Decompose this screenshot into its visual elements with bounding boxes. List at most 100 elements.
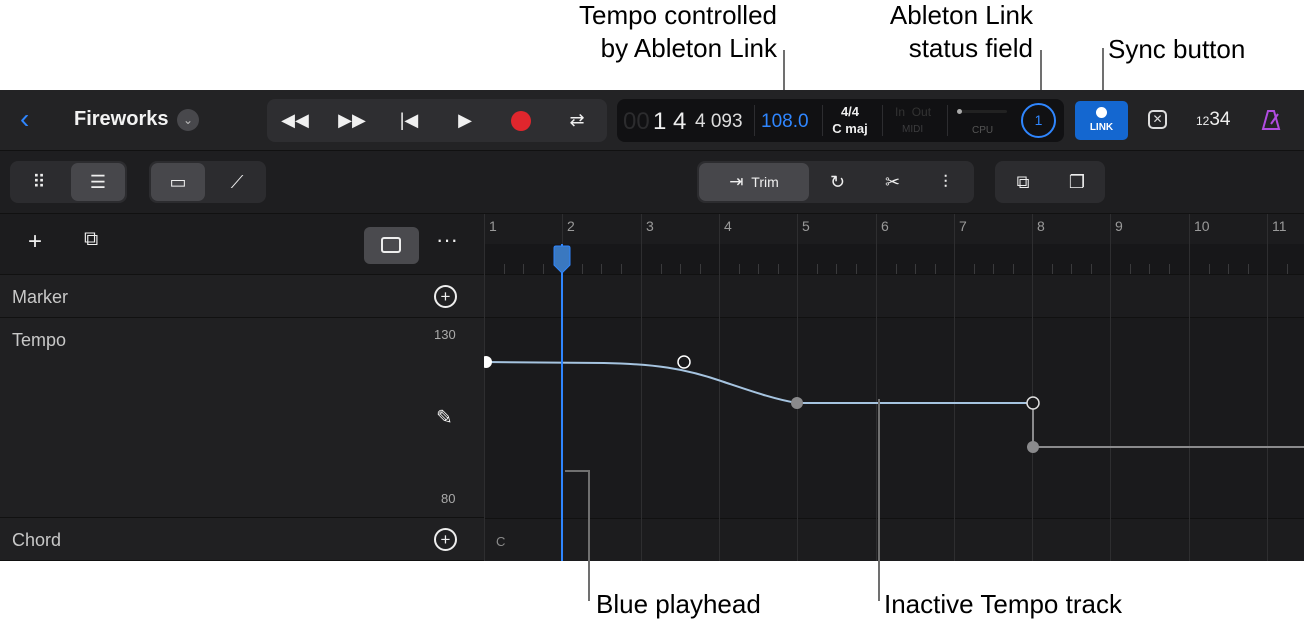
lcd-faded-digits: 00 [623, 108, 650, 135]
divider [822, 105, 823, 136]
chevron-left-icon[interactable]: ‹ [20, 104, 29, 134]
clock-icon [1096, 107, 1107, 118]
split-icon[interactable]: ⫶ [919, 163, 972, 201]
lcd-midi-label: MIDI [902, 124, 924, 135]
select-icon[interactable]: ⧉ [997, 163, 1049, 201]
callout-inactive-tempo: Inactive Tempo track [884, 589, 1122, 619]
bar-number[interactable]: 6 [881, 218, 889, 234]
import-button[interactable] [364, 227, 419, 264]
sync-button[interactable]: LINK [1075, 101, 1128, 140]
track-marker[interactable]: Marker + [0, 275, 484, 318]
track-tempo[interactable]: Tempo 130 80 ✎ [0, 318, 484, 518]
loop-icon[interactable]: ↻ [810, 163, 865, 201]
beat-tick [1013, 264, 1014, 274]
add-chord-icon[interactable]: + [434, 528, 457, 551]
bar-number[interactable]: 3 [646, 218, 654, 234]
duplicate-track-icon[interactable]: ⧉ [84, 228, 98, 251]
clipboard-tools: ⧉ ❐ [995, 161, 1105, 203]
callout-sync-button: Sync button [1108, 34, 1246, 64]
tracks-view-icon[interactable]: ☰ [71, 163, 125, 201]
lcd-signature-key[interactable]: 4/4 C maj [830, 103, 870, 137]
trim-icon: ⇥ [729, 172, 744, 191]
playhead-handle[interactable] [552, 245, 572, 275]
beat-tick [1052, 264, 1053, 274]
add-track-icon[interactable]: + [28, 228, 42, 256]
record-icon[interactable] [493, 99, 549, 142]
view-toolbar: ⠿ ☰ ▭ ⟋ ⇥ Trim ↻ ✂ ⫶ ⧉ ❐ [0, 151, 1304, 214]
tempo-node[interactable] [1026, 396, 1040, 410]
lcd-position[interactable]: 1 4 [653, 108, 686, 136]
control-bar: ‹ Fireworks ⌄ ◀◀ ▶▶ |◀ ▶ ⇄ 00 1 4 4 093 … [0, 90, 1304, 151]
cycle-icon[interactable]: ⇄ [549, 99, 605, 142]
beat-tick [1149, 264, 1150, 274]
beat-tick [856, 264, 857, 274]
divider [947, 105, 948, 136]
tempo-node[interactable] [677, 355, 691, 369]
lcd-cpu-label: CPU [972, 125, 994, 136]
track-name: Chord [12, 530, 62, 550]
beat-tick [1071, 264, 1072, 274]
tempo-min-label: 80 [441, 491, 456, 506]
tempo-curve[interactable] [484, 318, 1304, 518]
beat-tick [523, 264, 524, 274]
divider [754, 105, 755, 136]
chevron-down-icon[interactable]: ⌄ [177, 109, 199, 131]
ruler-ticks[interactable] [484, 244, 1304, 275]
tempo-node[interactable] [484, 356, 492, 368]
play-icon[interactable]: ▶ [437, 99, 493, 142]
track-name: Marker [12, 287, 69, 307]
track-headers: + ⧉ ··· Marker + Tempo 130 80 ✎ Chord + [0, 214, 484, 561]
automation-icon[interactable]: ⟋ [210, 163, 264, 201]
bar-number[interactable]: 2 [567, 218, 575, 234]
beat-tick [504, 264, 505, 274]
bar-number[interactable]: 5 [802, 218, 810, 234]
beat-tick [915, 264, 916, 274]
bar-number[interactable]: 4 [724, 218, 732, 234]
region-view-icon[interactable]: ▭ [151, 163, 205, 201]
beat-tick [1248, 264, 1249, 274]
replace-icon[interactable]: ✕ [1148, 110, 1167, 129]
lcd-tempo[interactable]: 108.0 [761, 111, 809, 133]
lcd-ticks[interactable]: 4 093 [695, 111, 743, 133]
beat-tick [836, 264, 837, 274]
track-chord[interactable]: Chord + [0, 518, 484, 561]
fast-forward-icon[interactable]: ▶▶ [324, 99, 380, 142]
bar-number[interactable]: 7 [959, 218, 967, 234]
metronome-icon[interactable] [1259, 108, 1283, 132]
beat-tick [582, 264, 583, 274]
timeline-area[interactable]: C 1 2 3 4 5 6 7 8 9 10 11 [484, 214, 1304, 561]
chord-lane[interactable]: C [484, 518, 1304, 561]
bar-number[interactable]: 8 [1037, 218, 1045, 234]
beat-tick [896, 264, 897, 274]
grid-view-icon[interactable]: ⠿ [12, 163, 66, 201]
bar-number[interactable]: 11 [1272, 218, 1287, 234]
ableton-link-status[interactable]: 1 [1021, 103, 1056, 138]
lcd-display[interactable]: 00 1 4 4 093 108.0 4/4 C maj In Out MIDI… [617, 99, 1064, 142]
trim-tool[interactable]: ⇥ Trim [699, 163, 809, 201]
chord-label: C [496, 534, 506, 549]
tempo-node[interactable] [1027, 441, 1039, 453]
bar-number[interactable]: 9 [1115, 218, 1123, 234]
bar-number[interactable]: 10 [1194, 218, 1210, 234]
beat-tick [1209, 264, 1210, 274]
callout-line-playhead [565, 470, 590, 472]
project-name[interactable]: Fireworks [74, 108, 168, 131]
beat-tick [543, 264, 544, 274]
rewind-icon[interactable]: ◀◀ [267, 99, 323, 142]
playhead-line[interactable] [561, 244, 563, 561]
add-marker-icon[interactable]: + [434, 285, 457, 308]
scissors-icon[interactable]: ✂ [865, 163, 920, 201]
tempo-node[interactable] [791, 397, 803, 409]
beat-tick [661, 264, 662, 274]
count-in-button[interactable]: 1234 [1196, 109, 1231, 131]
beat-tick [680, 264, 681, 274]
bar-ruler[interactable] [484, 214, 1304, 244]
callout-tempo-link: Tempo controlled by Ableton Link [579, 0, 777, 63]
lcd-midi-in-out: In Out [895, 105, 932, 119]
go-to-start-icon[interactable]: |◀ [381, 99, 437, 142]
pencil-icon[interactable]: ✎ [436, 405, 453, 430]
bar-number[interactable]: 1 [489, 218, 497, 234]
marker-lane[interactable] [484, 275, 1304, 318]
more-icon[interactable]: ··· [436, 227, 458, 253]
copy-icon[interactable]: ❐ [1051, 163, 1103, 201]
